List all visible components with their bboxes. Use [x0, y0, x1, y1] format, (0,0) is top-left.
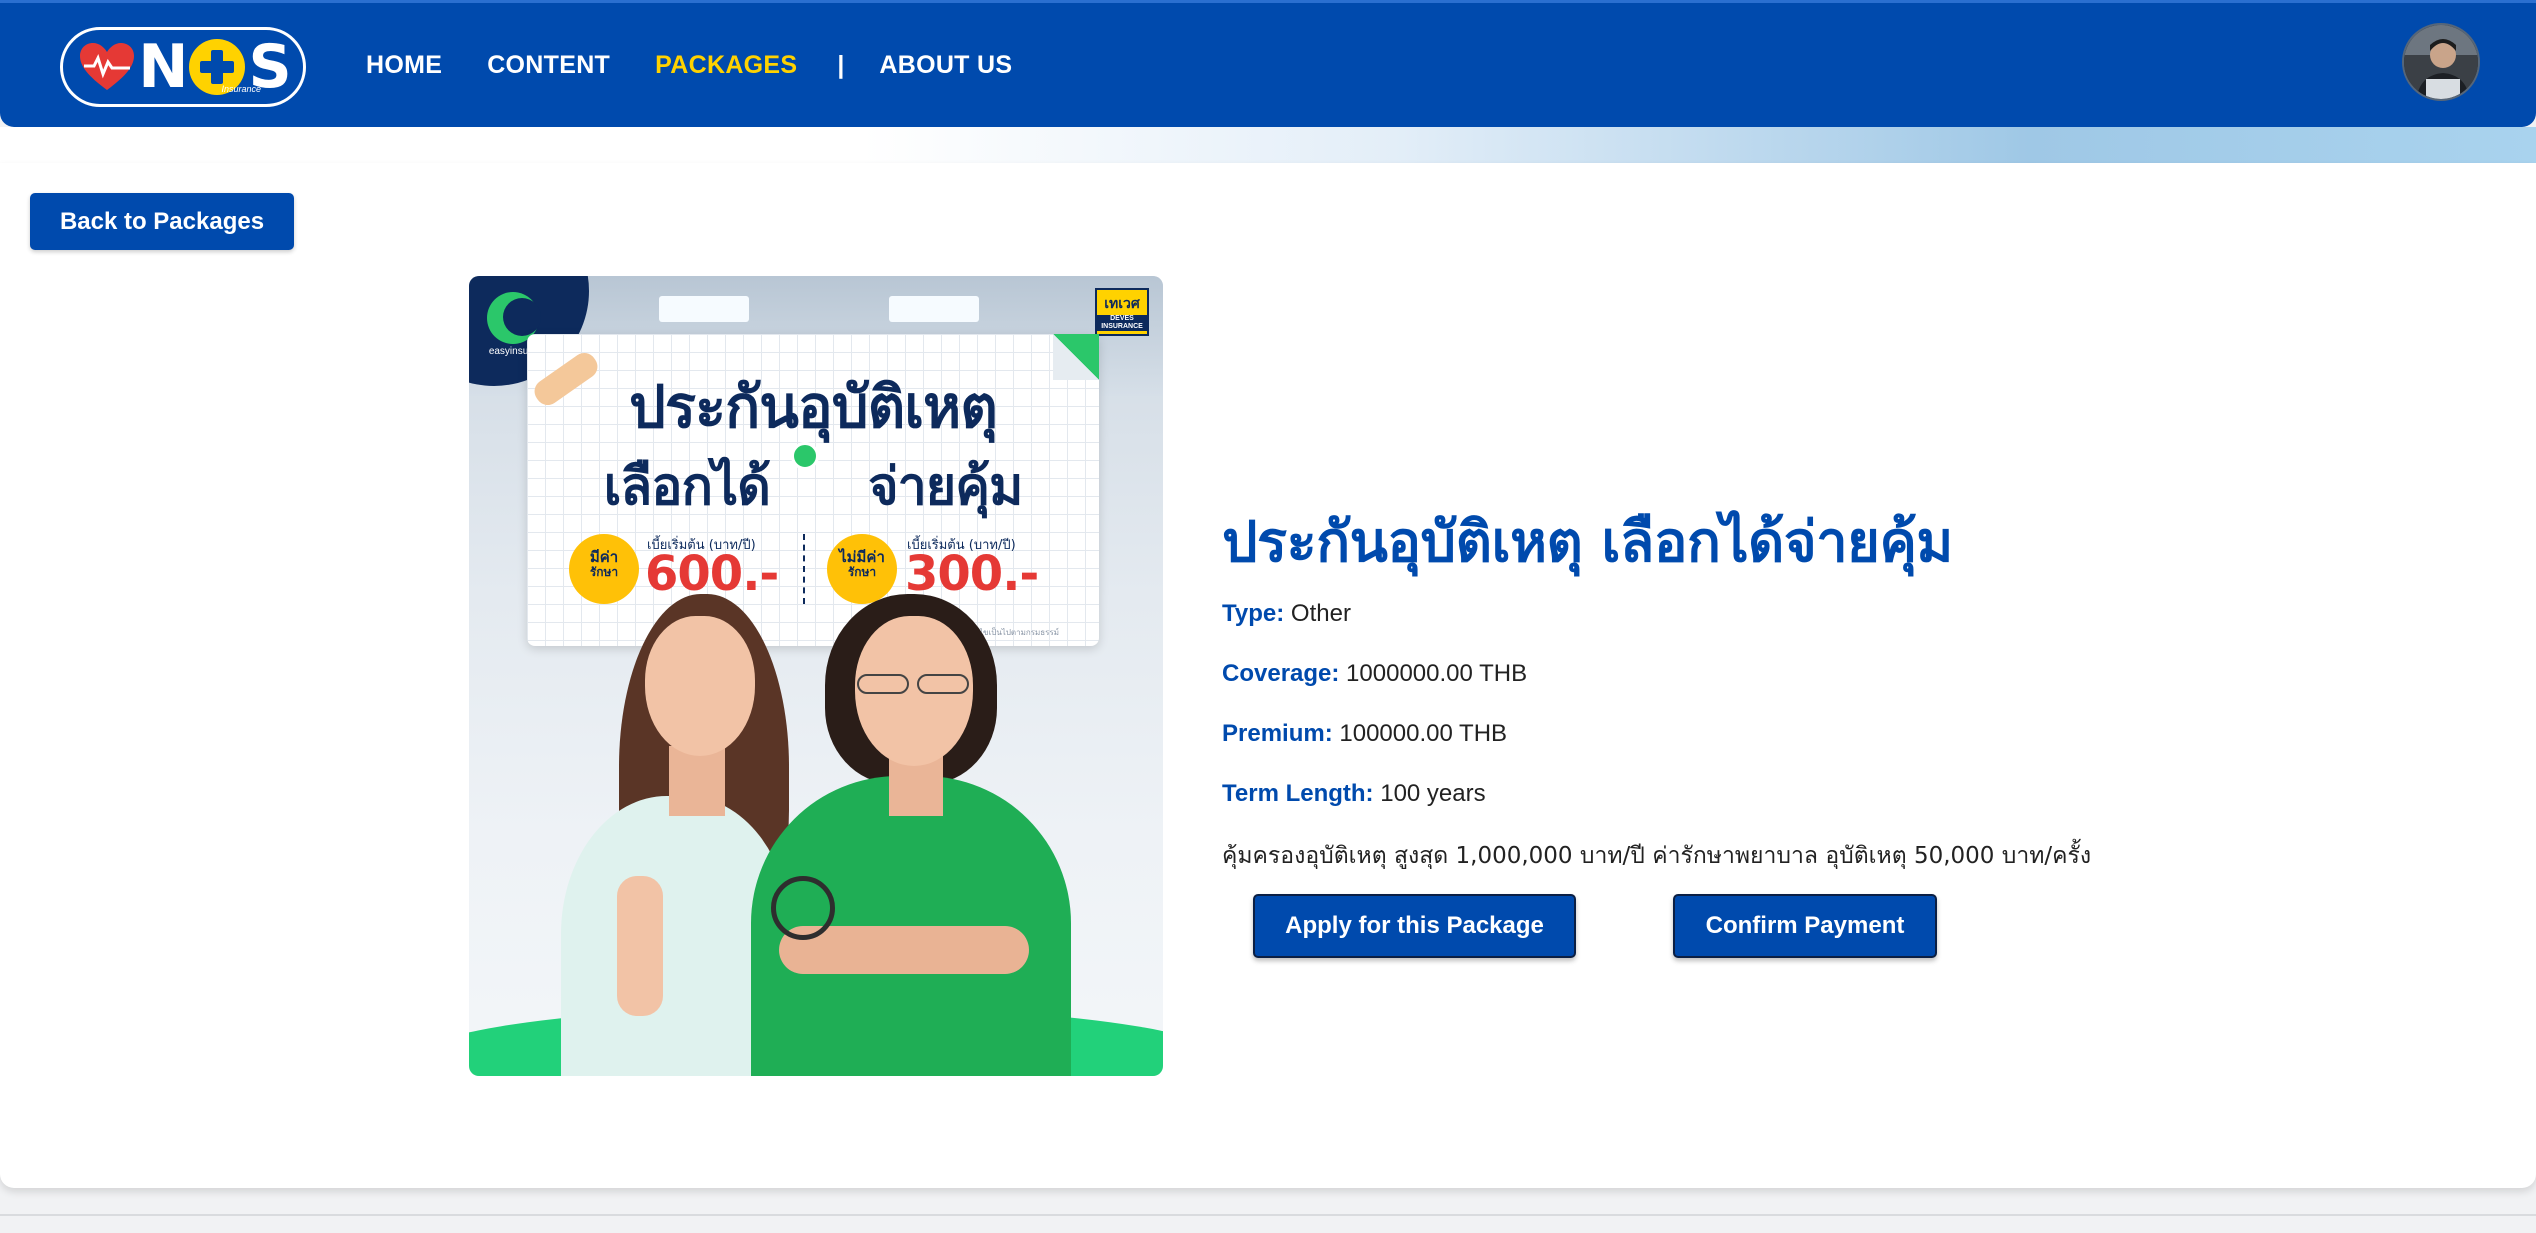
apply-package-button[interactable]: Apply for this Package	[1253, 894, 1576, 958]
back-to-packages-button[interactable]: Back to Packages	[30, 193, 294, 250]
offer-2-price: 300.-	[905, 546, 1039, 602]
poster-ceiling-light	[889, 296, 979, 322]
nav-home[interactable]: HOME	[366, 51, 442, 80]
pointer-hand-icon	[791, 442, 819, 470]
type-label: Type:	[1222, 600, 1285, 627]
logo-subtitle: Insurance	[221, 84, 261, 94]
poster-ceiling-light	[659, 296, 749, 322]
profile-photo-icon	[2404, 25, 2478, 99]
package-type-row: Type: Other	[1222, 600, 1351, 628]
offer-1-badge-bottom: รักษา	[589, 564, 619, 579]
package-description: คุ้มครองอุบัติเหตุ สูงสุด 1,000,000 บาท/…	[1222, 843, 2092, 869]
user-avatar[interactable]	[2402, 23, 2480, 101]
package-coverage-row: Coverage: 1000000.00 THB	[1222, 660, 1527, 688]
insurer-name: เทเวศ	[1104, 295, 1140, 311]
offer-divider	[803, 534, 805, 604]
package-premium-row: Premium: 100000.00 THB	[1222, 720, 1507, 748]
nav-packages[interactable]: PACKAGES	[655, 51, 797, 80]
brand-logo[interactable]: N S Insurance	[60, 27, 306, 107]
poster-headline-1: ประกันอุบัติเหตุ	[629, 373, 998, 441]
offer-1-badge-top: มีค่า	[589, 548, 619, 566]
nav-about-us[interactable]: ABOUT US	[879, 51, 1012, 80]
premium-value: 100000.00 THB	[1339, 720, 1508, 747]
page-bottom-divider	[0, 1214, 2536, 1216]
stethoscope-icon	[771, 876, 835, 940]
coverage-value: 1000000.00 THB	[1346, 660, 1528, 687]
offer-2-badge: ไม่มีค่า รักษา	[827, 534, 897, 604]
header-banner-strip	[0, 127, 2536, 163]
type-value: Other	[1290, 600, 1351, 627]
nav-content[interactable]: CONTENT	[487, 51, 610, 80]
package-title: ประกันอุบัติเหตุ เลือกได้จ่ายคุ้ม	[1222, 510, 1953, 575]
package-term-row: Term Length: 100 years	[1222, 780, 1486, 808]
main-nav: HOME CONTENT PACKAGES | ABOUT US	[366, 3, 1057, 127]
insurer-subname: DEVES INSURANCE	[1097, 315, 1147, 331]
offer-1-badge: มีค่า รักษา	[569, 534, 639, 604]
coverage-label: Coverage:	[1222, 660, 1340, 687]
poster-headline-2b: จ่ายคุ้ม	[868, 457, 1023, 517]
insurer-logo: เทเวศ DEVES INSURANCE	[1095, 288, 1149, 336]
offer-2-badge-top: ไม่มีค่า	[839, 548, 885, 566]
package-poster-image: easyinsure เทเวศ DEVES INSURANCE ประกันอ…	[469, 276, 1163, 1076]
poster-headline-2a: เลือกได้	[603, 457, 771, 517]
offer-2-badge-bottom: รักษา	[847, 564, 877, 579]
confirm-payment-button[interactable]: Confirm Payment	[1673, 894, 1937, 958]
nav-separator: |	[837, 50, 845, 79]
heart-pulse-icon	[80, 43, 135, 90]
top-navbar: N S Insurance HOME CONTENT PACKAGES | AB…	[0, 0, 2536, 127]
premium-label: Premium:	[1222, 720, 1333, 747]
term-value: 100 years	[1380, 780, 1486, 807]
glasses-icon	[857, 674, 909, 694]
logo-text-n: N	[138, 32, 188, 102]
term-label: Term Length:	[1222, 780, 1374, 807]
